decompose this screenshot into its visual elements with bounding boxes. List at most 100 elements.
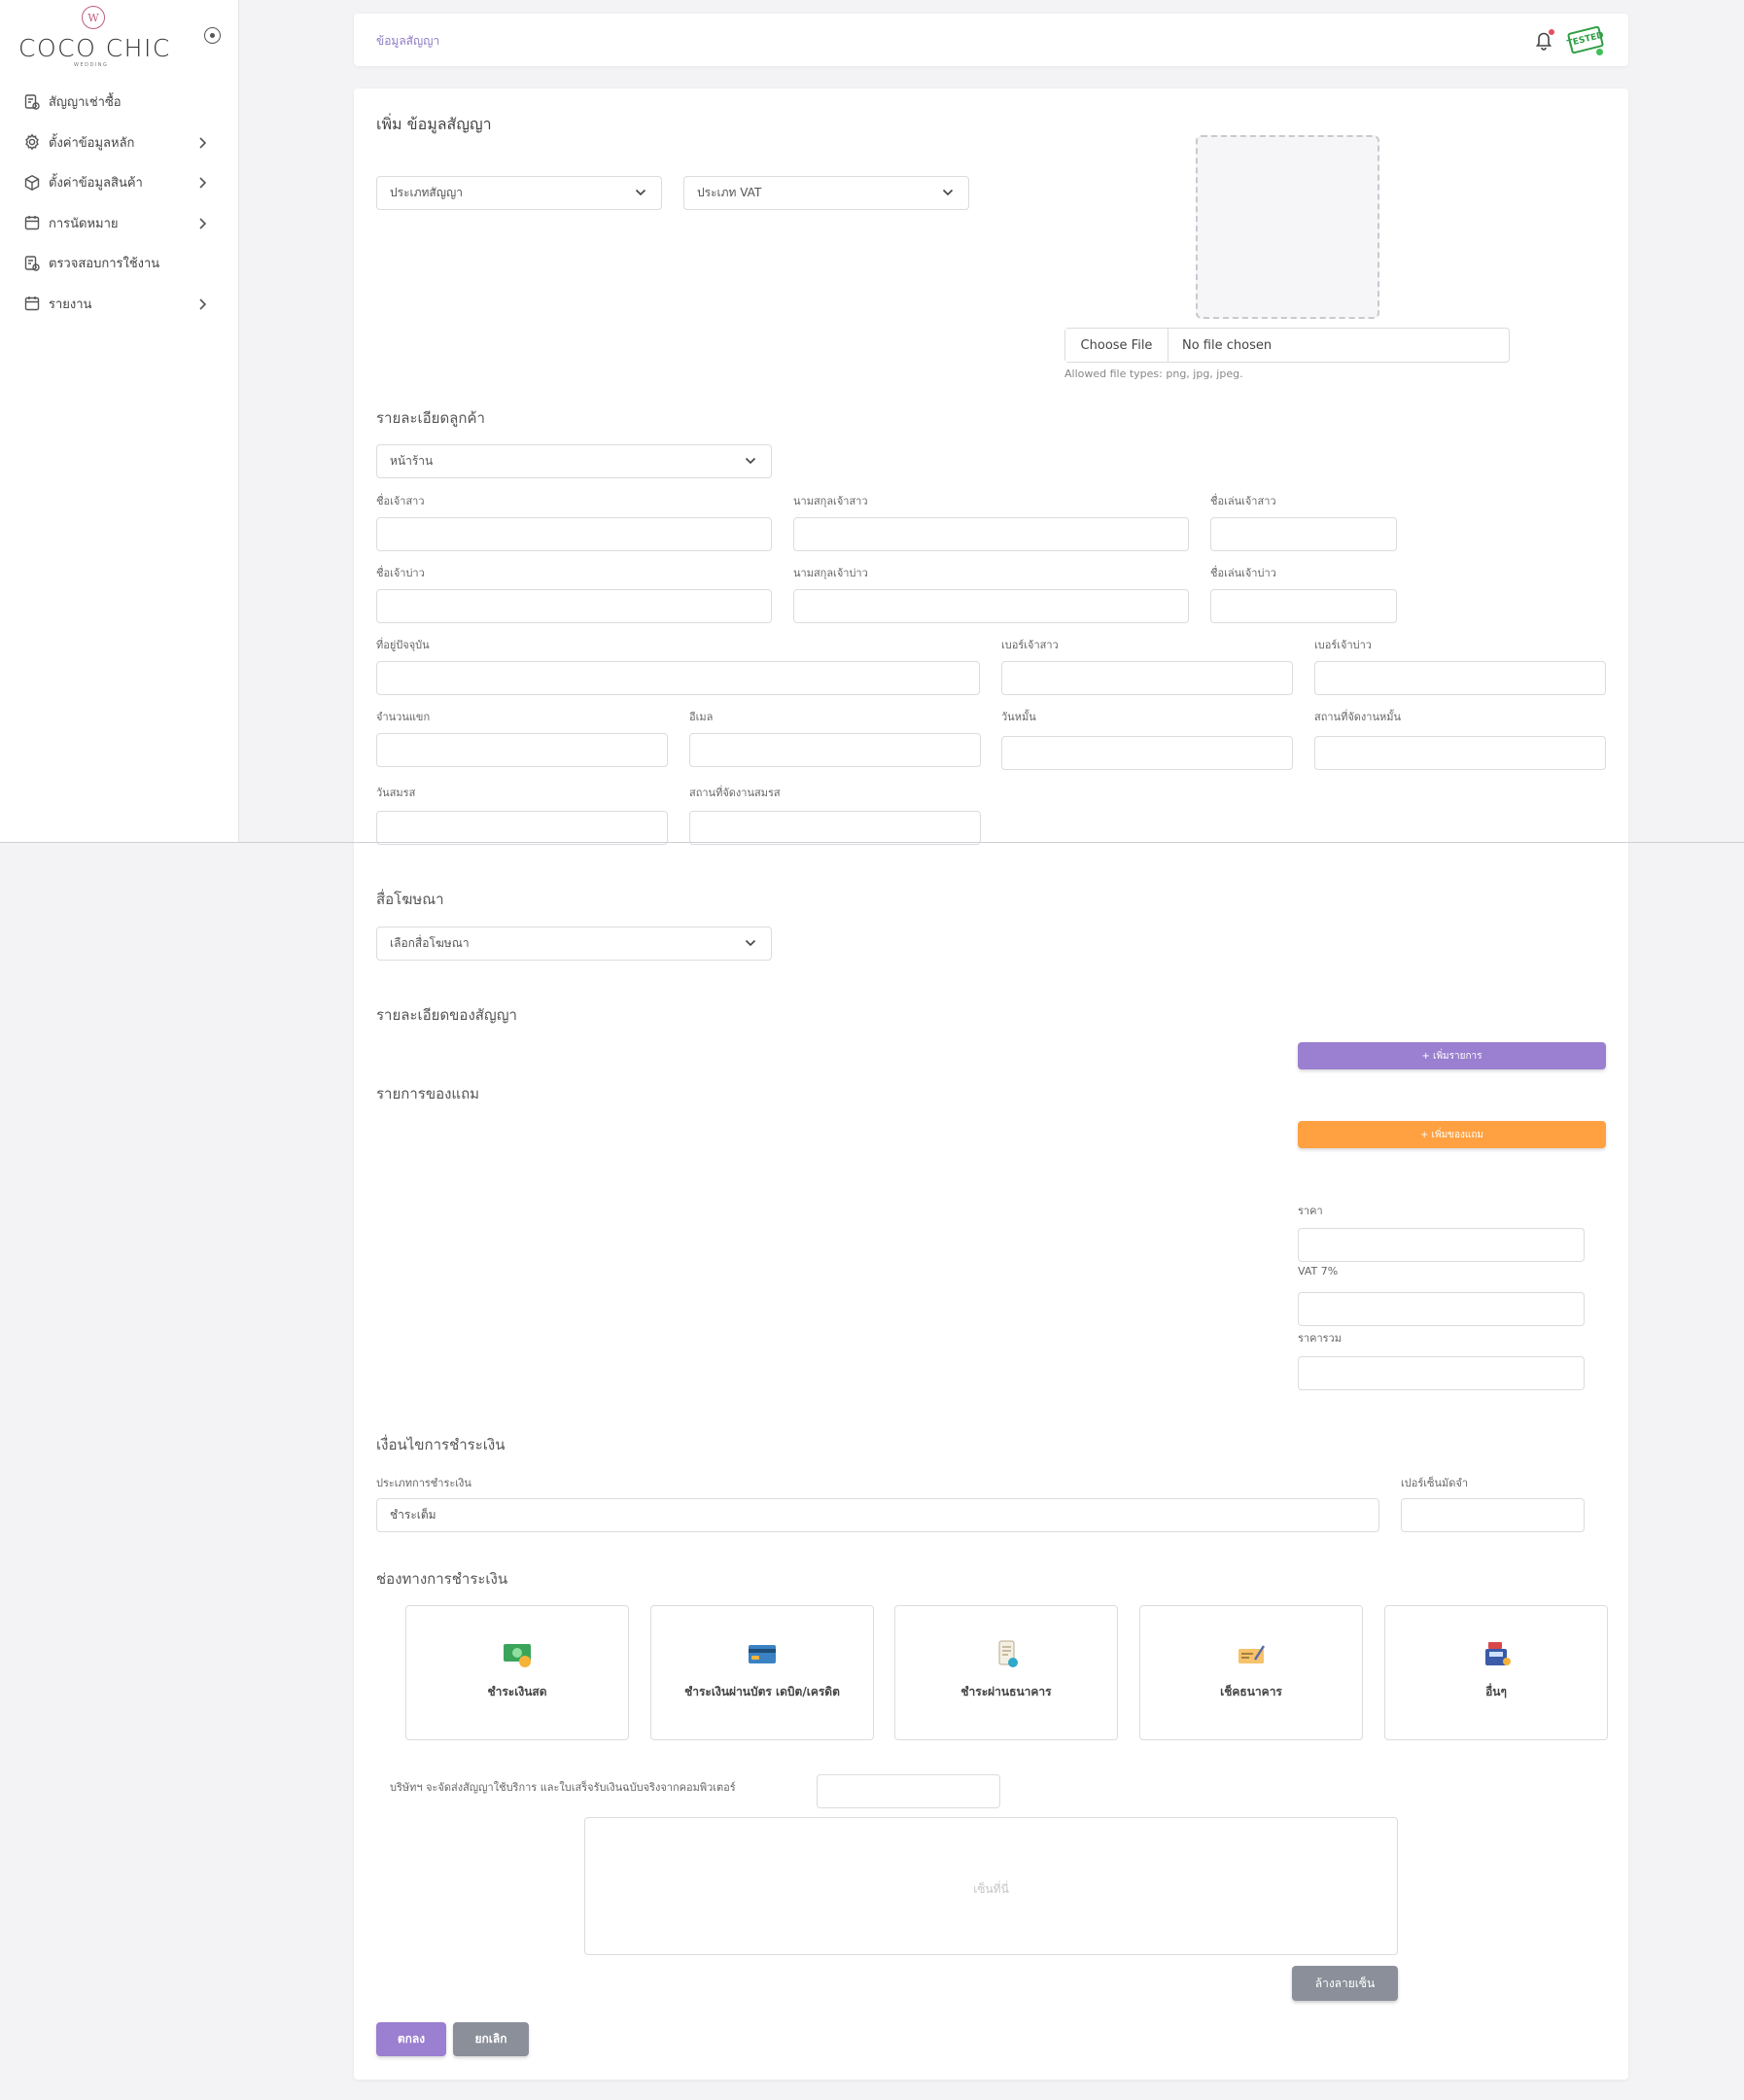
groom-nickname-input[interactable] (1210, 589, 1397, 623)
payment-option-cheque[interactable]: เช็คธนาคาร (1139, 1605, 1363, 1740)
chevron-down-icon (942, 189, 954, 196)
engagement-date-input[interactable] (1001, 736, 1293, 770)
payment-type-select[interactable]: ชำระเต็ม (376, 1498, 1379, 1532)
engagement-date-label: วันหมั้น (1001, 711, 1036, 723)
groom-last-name-label: นามสกุลเจ้าบ่าว (793, 567, 868, 579)
add-gift-button[interactable]: + เพิ่มของแถม (1298, 1121, 1606, 1148)
vat-input[interactable] (1298, 1292, 1585, 1326)
sidebar-item-reports[interactable]: รายงาน (0, 284, 239, 325)
contract-form-card: เพิ่ม ข้อมูลสัญญา ประเภทสัญญา ประเภท VAT… (354, 88, 1628, 2080)
sidebar-item-audit[interactable]: ตรวจสอบการใช้งาน (0, 243, 239, 284)
payment-type-label: ประเภทการชำระเงิน (376, 1477, 471, 1489)
chevron-right-icon (199, 217, 207, 229)
sidebar-item-label: การนัดหมาย (49, 216, 119, 231)
payment-option-label: อื่นๆ (1485, 1685, 1507, 1698)
groom-last-name-input[interactable] (793, 589, 1189, 623)
customer-section-heading: รายละเอียดลูกค้า (376, 409, 485, 427)
payment-option-bank-transfer[interactable]: ชำระผ่านธนาคาร (894, 1605, 1118, 1740)
groom-first-name-label: ชื่อเจ้าบ่าว (376, 567, 425, 579)
cash-icon (504, 1644, 531, 1667)
email-input[interactable] (689, 733, 981, 767)
contract-type-select-value: ประเภทสัญญา (390, 186, 463, 199)
delivery-input[interactable] (817, 1774, 1000, 1808)
online-status-dot (1596, 49, 1603, 55)
payment-option-label: ชำระเงินผ่านบัตร เดบิต/เครดิต (684, 1685, 840, 1698)
deposit-percent-input[interactable] (1401, 1498, 1585, 1532)
sidebar-item-main-settings[interactable]: ตั้งค่าข้อมูลหลัก (0, 122, 239, 163)
media-select-value: เลือกสื่อโฆษณา (390, 936, 470, 950)
sidebar: W COCO CHIC WEDDING สัญญาเช่าซื้อ ตั้งค่… (0, 0, 239, 842)
breadcrumb[interactable]: ข้อมูลสัญญา (376, 32, 439, 51)
sidebar-item-appointments[interactable]: การนัดหมาย (0, 203, 239, 244)
address-label: ที่อยู่ปัจจุบัน (376, 639, 430, 651)
sidebar-item-contracts[interactable]: สัญญาเช่าซื้อ (0, 82, 239, 122)
branch-select[interactable]: หน้าร้าน (376, 444, 772, 478)
bride-phone-input[interactable] (1001, 661, 1293, 695)
grand-total-input[interactable] (1298, 1356, 1585, 1390)
groom-first-name-input[interactable] (376, 589, 772, 623)
groom-phone-label: เบอร์เจ้าบ่าว (1314, 639, 1372, 651)
groom-phone-input[interactable] (1314, 661, 1606, 695)
chevron-down-icon (745, 939, 756, 947)
logo-text: COCO CHIC (18, 34, 171, 62)
payment-terms-heading: เงื่อนไขการชำระเงิน (376, 1436, 506, 1453)
sidebar-nav: สัญญาเช่าซื้อ ตั้งค่าข้อมูลหลัก ตั้งค่าข… (0, 82, 239, 324)
calendar-icon (24, 216, 40, 230)
gear-icon (25, 133, 39, 151)
engagement-venue-input[interactable] (1314, 736, 1606, 770)
delivery-notice: บริษัทฯ จะจัดส่งสัญญาใช้บริการ และใบเสร็… (390, 1781, 736, 1794)
sidebar-item-label: ตรวจสอบการใช้งาน (49, 257, 160, 272)
image-preview[interactable] (1196, 135, 1379, 319)
sidebar-collapse-icon[interactable] (204, 27, 221, 44)
chevron-down-icon (745, 457, 756, 465)
sidebar-item-label: ตั้งค่าข้อมูลหลัก (49, 135, 135, 151)
cash-register-icon (1485, 1642, 1511, 1665)
bride-first-name-input[interactable] (376, 517, 772, 551)
payment-option-card[interactable]: ชำระเงินผ่านบัตร เดบิต/เครดิต (650, 1605, 874, 1740)
address-input[interactable] (376, 661, 980, 695)
box-icon (24, 174, 40, 191)
notification-dot (1549, 29, 1554, 35)
bride-phone-label: เบอร์เจ้าสาว (1001, 639, 1059, 651)
sidebar-item-label: ตั้งค่าข้อมูลสินค้า (49, 176, 143, 192)
file-status: No file chosen (1182, 337, 1273, 353)
bride-nickname-label: ชื่อเล่นเจ้าสาว (1210, 495, 1276, 508)
bride-first-name-label: ชื่อเจ้าสาว (376, 495, 425, 508)
file-upload-input[interactable]: Choose File No file chosen (1064, 328, 1510, 363)
price-input[interactable] (1298, 1228, 1585, 1262)
guest-count-label: จำนวนแขก (376, 711, 431, 723)
file-type-hint: Allowed file types: png, jpg, jpeg. (1064, 368, 1243, 380)
avatar[interactable]: TESTED (1566, 25, 1606, 55)
bank-transfer-icon (998, 1640, 1018, 1667)
payment-option-cash[interactable]: ชำระเงินสด (405, 1605, 629, 1740)
vat-type-select[interactable]: ประเภท VAT (683, 176, 969, 210)
payment-channels-heading: ช่องทางการชำระเงิน (376, 1570, 508, 1588)
confirm-button[interactable]: ตกลง (376, 2022, 446, 2056)
price-label: ราคา (1298, 1205, 1323, 1217)
wedding-venue-input[interactable] (689, 811, 981, 845)
sidebar-item-label: รายงาน (49, 297, 92, 312)
payment-option-label: เช็คธนาคาร (1220, 1685, 1282, 1698)
bride-nickname-input[interactable] (1210, 517, 1397, 551)
payment-option-label: ชำระเงินสด (487, 1685, 547, 1698)
chevron-right-icon (199, 177, 207, 189)
media-select[interactable]: เลือกสื่อโฆษณา (376, 927, 772, 961)
guest-count-input[interactable] (376, 733, 668, 767)
email-label: อีเมล (689, 711, 714, 723)
groom-nickname-label: ชื่อเล่นเจ้าบ่าว (1210, 567, 1276, 579)
payment-option-other[interactable]: อื่นๆ (1384, 1605, 1608, 1740)
engagement-venue-label: สถานที่จัดงานหมั้น (1314, 711, 1401, 723)
bride-last-name-input[interactable] (793, 517, 1189, 551)
wedding-date-label: วันสมรส (376, 787, 416, 799)
cancel-button[interactable]: ยกเลิก (453, 2022, 529, 2056)
media-section-heading: สื่อโฆษณา (376, 891, 444, 908)
sidebar-item-product-settings[interactable]: ตั้งค่าข้อมูลสินค้า (0, 162, 239, 203)
wedding-date-input[interactable] (376, 811, 668, 845)
contract-type-select[interactable]: ประเภทสัญญา (376, 176, 662, 210)
audit-icon (24, 256, 40, 271)
logo-subtitle: WEDDING (74, 62, 109, 68)
choose-file-button[interactable]: Choose File (1065, 329, 1168, 362)
add-item-button[interactable]: + เพิ่มรายการ (1298, 1042, 1606, 1069)
signature-pad[interactable]: เซ็นที่นี่ (584, 1817, 1398, 1955)
clear-signature-button[interactable]: ล้างลายเซ็น (1292, 1966, 1398, 2001)
